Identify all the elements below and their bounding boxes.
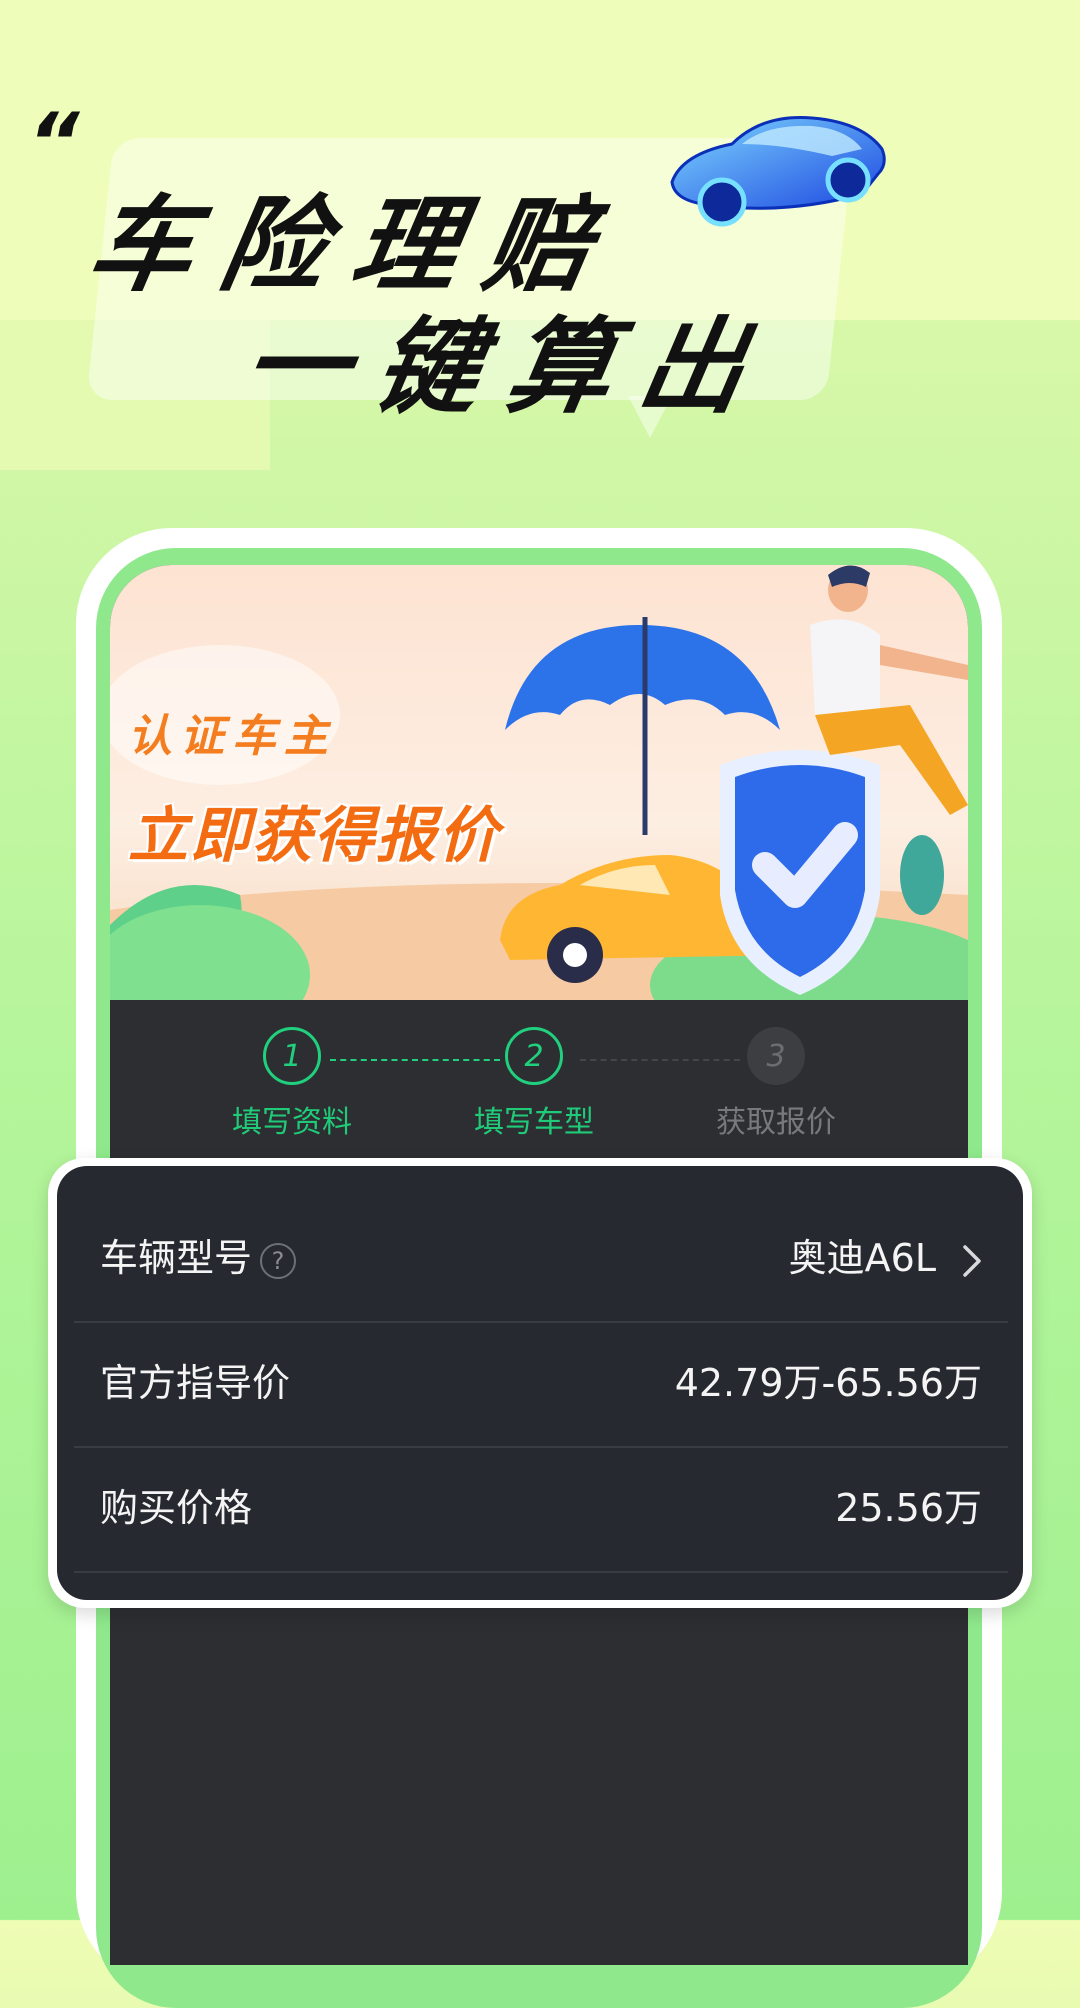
vehicle-model-value: 奥迪A6L	[788, 1236, 936, 1280]
step-1-label: 填写资料	[232, 1105, 352, 1140]
step-2: 2 填写车型	[434, 1000, 634, 1141]
banner-subtitle: 认证车主	[128, 711, 336, 762]
vehicle-model-label: 车辆型号	[100, 1236, 253, 1280]
step-2-circle: 2	[505, 1027, 563, 1085]
step-1: 1 填写资料	[192, 1000, 392, 1141]
guide-price-label: 官方指导价	[100, 1361, 291, 1405]
car-3d-icon	[670, 116, 886, 227]
guide-price-row: 官方指导价 42.79万-65.56万	[74, 1321, 1008, 1448]
step-3-circle: 3	[747, 1027, 805, 1085]
step-1-circle: 1	[263, 1027, 321, 1085]
step-2-label: 填写车型	[474, 1105, 594, 1140]
quote-mark: “	[28, 96, 79, 189]
banner-title: 立即获得报价	[128, 801, 500, 871]
progress-steps: 1 填写资料 2 填写车型 3 获取报价	[110, 1000, 968, 1150]
purchase-price-value[interactable]: 25.56万	[835, 1446, 982, 1571]
step-3: 3 获取报价	[676, 1000, 876, 1141]
banner-illustration	[110, 565, 968, 1000]
guide-price-value: 42.79万-65.56万	[674, 1361, 982, 1405]
promo-banner[interactable]: 认证车主 立即获得报价	[110, 565, 968, 1000]
purchase-price-label: 购买价格	[100, 1486, 253, 1530]
vehicle-model-row[interactable]: 车辆型号? 奥迪A6L	[74, 1196, 1008, 1323]
hero-headline-2: 一键算出	[233, 306, 784, 428]
help-icon[interactable]: ?	[260, 1242, 297, 1279]
chevron-right-icon	[963, 1244, 981, 1277]
step-3-label: 获取报价	[716, 1105, 836, 1140]
purchase-price-row[interactable]: 购买价格 25.56万	[74, 1446, 1008, 1573]
